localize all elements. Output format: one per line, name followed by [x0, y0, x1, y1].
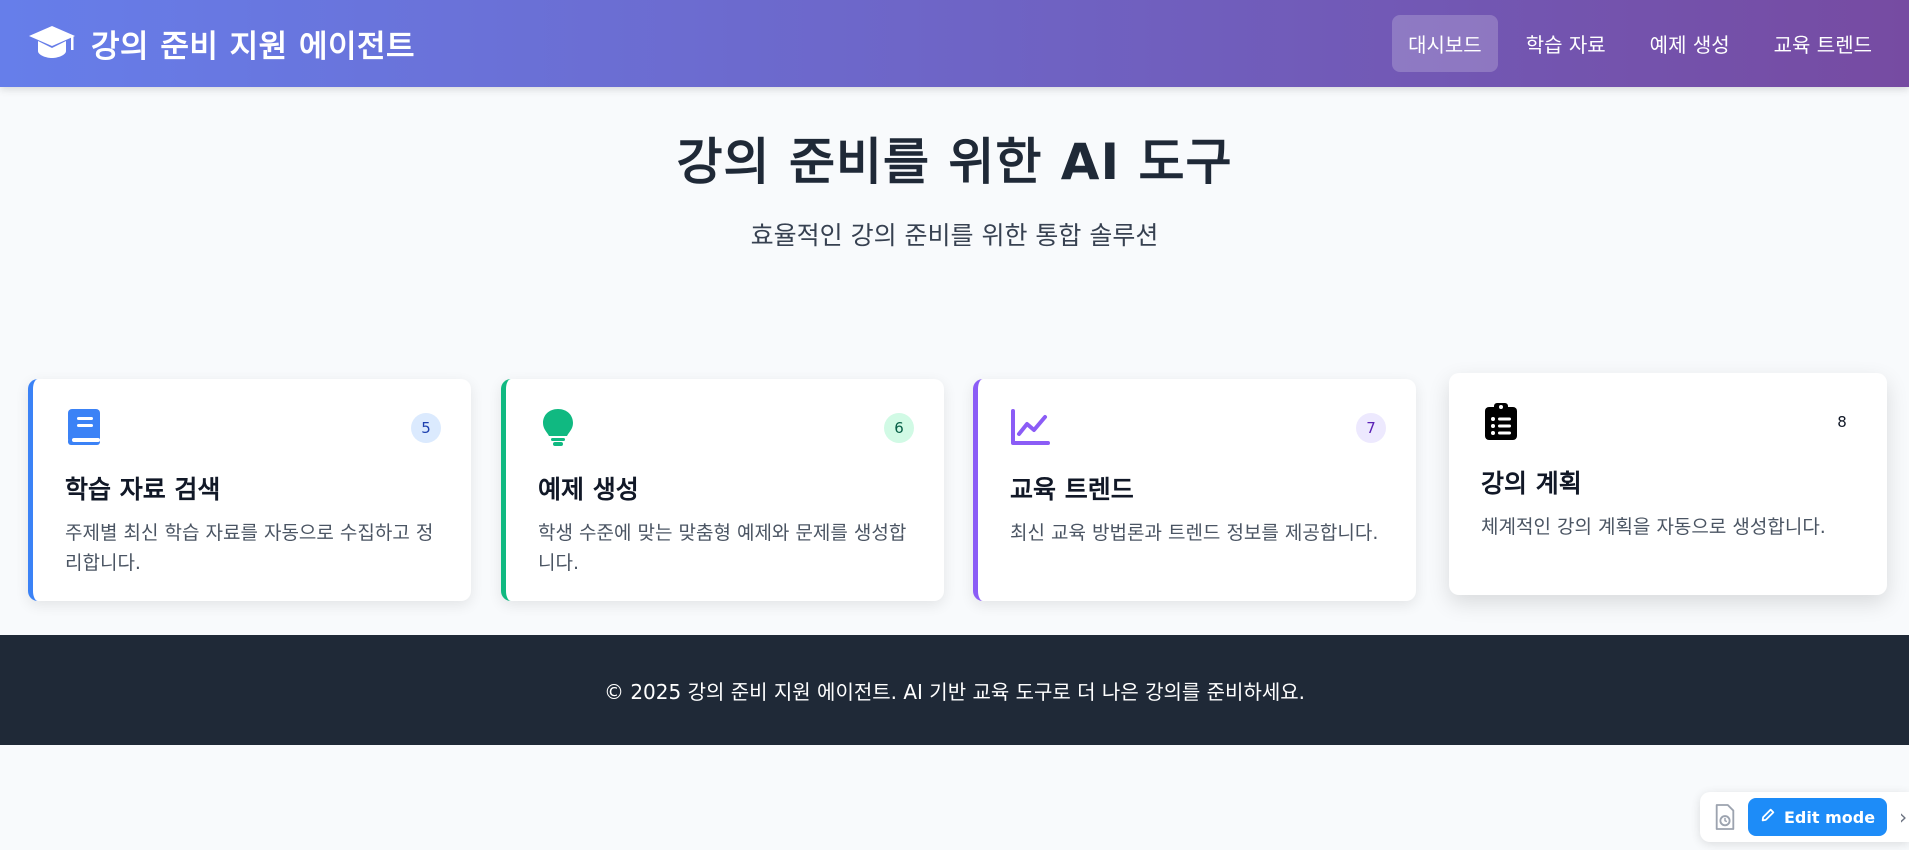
card-description: 최신 교육 방법론과 트렌드 정보를 제공합니다.: [1010, 522, 1379, 544]
card-badge: 7: [1356, 413, 1386, 443]
edit-mode-button[interactable]: Edit mode: [1748, 798, 1888, 836]
card-badge: 8: [1827, 407, 1857, 437]
main-nav: 대시보드 학습 자료 예제 생성 교육 트렌드: [1392, 15, 1882, 72]
nav-education-trends[interactable]: 교육 트렌드: [1758, 15, 1882, 72]
brand[interactable]: 강의 준비 지원 에이전트: [27, 21, 415, 66]
footer: © 2025 강의 준비 지원 에이전트. AI 기반 교육 도구로 더 나은 …: [0, 635, 1909, 745]
hero-subtitle: 효율적인 강의 준비를 위한 통합 솔루션: [750, 221, 1159, 250]
card-description: 주제별 최신 학습 자료를 자동으로 수집하고 정리합니다.: [65, 522, 434, 574]
edit-mode-label: Edit mode: [1784, 807, 1876, 827]
card-lecture-plan[interactable]: 8 강의 계획 체계적인 강의 계획을 자동으로 생성합니다.: [1449, 373, 1887, 595]
card-example-generation[interactable]: 6 예제 생성 학생 수준에 맞는 맞춤형 예제와 문제를 생성합니다.: [501, 379, 944, 601]
chevron-right-icon[interactable]: ›: [1895, 805, 1907, 829]
clipboard-list-icon: [1481, 401, 1521, 445]
hero-section: 강의 준비를 위한 AI 도구 효율적인 강의 준비를 위한 통합 솔루션: [0, 87, 1909, 340]
document-history-icon[interactable]: [1710, 799, 1740, 835]
card-title: 예제 생성: [538, 475, 639, 504]
card-title: 학습 자료 검색: [65, 475, 221, 504]
chart-line-icon: [1010, 407, 1050, 451]
card-material-search[interactable]: 5 학습 자료 검색 주제별 최신 학습 자료를 자동으로 수집하고 정리합니다…: [28, 379, 471, 601]
feature-cards: 5 학습 자료 검색 주제별 최신 학습 자료를 자동으로 수집하고 정리합니다…: [0, 340, 1909, 625]
top-navbar: 강의 준비 지원 에이전트 대시보드 학습 자료 예제 생성 교육 트렌드: [0, 0, 1909, 87]
book-icon: [65, 407, 105, 451]
hero-title: 강의 준비를 위한 AI 도구: [676, 133, 1233, 191]
nav-learning-materials[interactable]: 학습 자료: [1510, 15, 1622, 72]
card-title: 교육 트렌드: [1010, 475, 1134, 504]
lightbulb-icon: [538, 407, 578, 451]
card-description: 학생 수준에 맞는 맞춤형 예제와 문제를 생성합니다.: [538, 522, 907, 574]
nav-example-generation[interactable]: 예제 생성: [1634, 15, 1746, 72]
card-badge: 6: [884, 413, 914, 443]
edit-toolbar: Edit mode ›: [1700, 792, 1909, 842]
pencil-icon: [1760, 807, 1776, 827]
card-description: 체계적인 강의 계획을 자동으로 생성합니다.: [1481, 516, 1826, 538]
app-title: 강의 준비 지원 에이전트: [91, 29, 416, 65]
card-badge: 5: [411, 413, 441, 443]
nav-dashboard[interactable]: 대시보드: [1392, 15, 1498, 72]
graduation-cap-icon: [27, 22, 77, 66]
card-education-trends[interactable]: 7 교육 트렌드 최신 교육 방법론과 트렌드 정보를 제공합니다.: [973, 379, 1416, 601]
footer-copyright: © 2025 강의 준비 지원 에이전트. AI 기반 교육 도구로 더 나은 …: [603, 679, 1306, 704]
card-title: 강의 계획: [1481, 469, 1582, 498]
